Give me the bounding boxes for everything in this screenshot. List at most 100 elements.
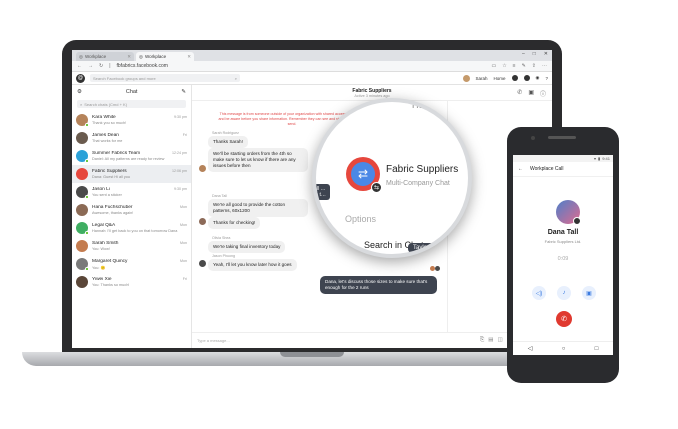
status-time: 9:41 (602, 156, 610, 161)
settings-gear-icon[interactable]: ⚙ (77, 89, 82, 95)
chat-item-text: Hana Fuchschuber Awesome, thanks again! (92, 205, 187, 215)
chat-list-item[interactable]: James Dean That works for me Fri (72, 129, 191, 147)
chat-name: Legal Q&A (92, 223, 116, 228)
phone-speaker (548, 136, 576, 139)
url-text[interactable]: fbfabrics.facebook.com (117, 63, 168, 69)
chat-list: Kara White Thank you so much! 9:30 pm James… (72, 111, 191, 291)
browser-tab[interactable]: ◎ Workplace ✕ (76, 52, 134, 61)
nav-home-icon[interactable]: ○ (562, 346, 566, 352)
composer-placeholder: Type a message... (197, 338, 230, 343)
attach-icon[interactable]: ⎘ (480, 337, 484, 344)
end-call-button[interactable]: ✆ (556, 311, 572, 327)
chat-list-item[interactable]: Summer Fabrics Team Daniel: All my patter… (72, 147, 191, 165)
tab-label: Workplace (84, 54, 107, 59)
avatar[interactable] (462, 74, 470, 82)
chat-item-text: Yiwei Xie You: Thanks so much! (92, 277, 187, 287)
chat-app: ⚙ Chat ✎ ⌕ Search chats (Cmd + K) Kara Wh… (72, 85, 552, 348)
minimize-icon[interactable]: – (522, 51, 525, 57)
more-icon[interactable]: ⋯ (542, 63, 547, 69)
avatar (76, 114, 89, 127)
avatar (76, 150, 89, 163)
help-icon[interactable]: ? (545, 76, 548, 81)
back-icon[interactable]: ← (77, 63, 82, 69)
tab-icon: ◎ (79, 53, 83, 59)
chat-search-input[interactable]: ⌕ Search chats (Cmd + K) (77, 100, 186, 108)
chat-name: Sarah Smith (92, 241, 119, 246)
global-search-input[interactable]: Search Facebook groups and more ⌕ (90, 74, 240, 82)
chat-list-item[interactable]: Yiwei Xie You: Thanks so much! Fri (72, 273, 191, 291)
image-icon[interactable]: ▤ (488, 337, 493, 344)
caller-avatar (556, 200, 581, 225)
close-window-icon[interactable]: ✕ (544, 51, 548, 57)
search-placeholder: Search Facebook groups and more (93, 75, 156, 81)
chat-list-item[interactable]: Hana Fuchschuber Awesome, thanks again! Mo… (72, 201, 191, 219)
mute-button[interactable]: ♪ (557, 286, 571, 300)
video-icon[interactable]: ▣ (528, 89, 534, 98)
call-title: Workplace Call (530, 166, 564, 172)
reading-view-icon[interactable]: ▭ (491, 63, 496, 69)
workplace-header: @ Search Facebook groups and more ⌕ Sarah… (72, 72, 552, 85)
video-button[interactable]: ▣ (582, 286, 596, 300)
header-right: Sarah Home ◉ ? (462, 74, 548, 82)
group-avatar[interactable]: ⇄ ⇆ (346, 157, 382, 193)
chat-name: James Dean (92, 133, 119, 138)
call-header: ← Workplace Call (513, 162, 613, 177)
online-indicator (85, 267, 89, 271)
avatar[interactable] (199, 260, 206, 267)
gif-icon[interactable]: ◫ (497, 337, 502, 344)
chat-list-item[interactable]: Margaret Quincy You: 🙂 Mon (72, 255, 191, 273)
group-title: Fabric Suppliers (386, 164, 459, 175)
mic-icon: ♪ (562, 290, 566, 296)
share-icon[interactable]: ⇪ (532, 63, 536, 69)
nav-recents-icon[interactable]: □ (595, 346, 599, 352)
message-sender: Jason Phuong (212, 254, 235, 258)
avatar[interactable] (199, 218, 206, 225)
group-subtitle: Multi-Company Chat (386, 180, 450, 187)
chat-list-item[interactable]: Sarah Smith You: Wow! Mon (72, 237, 191, 255)
chat-item-text: Sarah Smith You: Wow! (92, 241, 187, 251)
chat-preview: Dana: Guest Hi all you (92, 175, 130, 179)
note-icon[interactable]: ✎ (522, 63, 526, 69)
bell-icon[interactable]: ◉ (536, 75, 540, 81)
zoom-magnifier: Home If all … into t… ⇄ ⇆ Fabric Supplie… (312, 98, 472, 258)
message-bubble: Thanks for checking! (208, 217, 261, 229)
tab-icon: ◎ (139, 53, 143, 59)
chat-preview: Thank you so much! (92, 121, 127, 125)
home-link[interactable]: Home (494, 76, 506, 81)
chat-list-item[interactable]: Jason Li You sent a sticker 9:30 pm (72, 183, 191, 201)
maximize-icon[interactable]: □ (533, 51, 536, 57)
phone-icon[interactable]: ✆ (517, 89, 522, 98)
chat-list-item[interactable]: Fabric Suppliers Dana: Guest Hi all you 12… (72, 165, 191, 183)
close-icon[interactable]: ✕ (127, 54, 131, 60)
multi-company-badge-icon (573, 217, 581, 225)
refresh-icon[interactable]: ↻ (99, 63, 103, 69)
caller-name: Dana Tall (547, 229, 579, 236)
workplace-logo[interactable]: @ (76, 73, 85, 83)
chat-list-item[interactable]: Legal Q&A Hannah: I'll get back to you on… (72, 219, 191, 237)
forward-icon[interactable]: → (88, 63, 93, 69)
options-label[interactable]: Options (345, 214, 376, 224)
nav-back-icon[interactable]: ◁ (528, 345, 533, 352)
chat-preview: You: 🙂 (92, 265, 106, 270)
hub-icon[interactable]: ≡ (513, 63, 516, 69)
message-sender: Olivia Shea (212, 236, 231, 240)
user-name[interactable]: Sarah (476, 76, 488, 81)
new-chat-icon[interactable]: ✎ (181, 89, 186, 95)
speaker-button[interactable]: ◁) (532, 286, 546, 300)
back-arrow-icon[interactable]: ← (518, 166, 523, 172)
battery-icon: ▮ (598, 156, 601, 161)
close-icon[interactable]: ✕ (187, 54, 191, 60)
avatar[interactable] (199, 165, 206, 172)
stage: ◎ Workplace ✕ ◎ Workplace ✕ – □ ✕ ← → ↻ | fbfa… (0, 0, 678, 429)
chat-list-item[interactable]: Kara White Thank you so much! 9:30 pm (72, 111, 191, 129)
tab-label: Workplace (144, 54, 167, 59)
multi-company-badge-icon: ⇆ (371, 182, 382, 193)
browser-tab-active[interactable]: ◎ Workplace ✕ (136, 52, 194, 61)
message-composer[interactable]: Type a message... ⎘ ▤ ◫ ☺ ☻ ♪ ◙ 👍 (192, 332, 552, 348)
chat-icon[interactable] (523, 75, 530, 81)
favorite-icon[interactable]: ☆ (502, 63, 506, 69)
people-icon[interactable] (511, 75, 518, 81)
info-icon[interactable]: ⓘ (540, 89, 546, 98)
chat-name: Hana Fuchschuber (92, 205, 133, 210)
message-sender: Dana Tall (212, 194, 227, 198)
